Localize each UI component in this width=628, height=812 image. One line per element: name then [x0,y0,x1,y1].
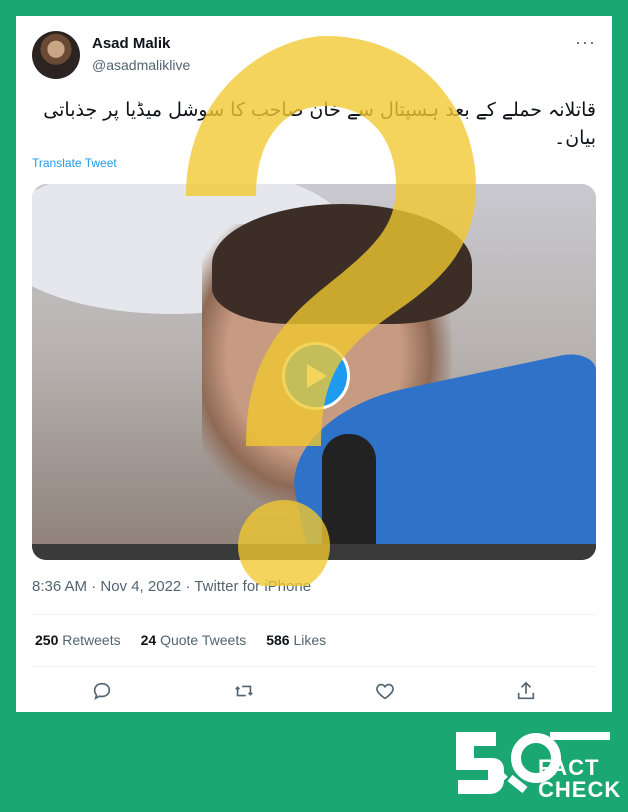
translate-tweet-link[interactable]: Translate Tweet [32,156,117,170]
video-bottom-bar [32,544,596,560]
quote-tweets-stat[interactable]: 24 Quote Tweets [141,632,247,648]
divider [32,614,596,615]
quote-tweets-count: 24 [140,632,157,648]
avatar[interactable] [32,31,80,79]
likes-count: 586 [266,632,290,648]
engagement-stats: 250 Retweets 24 Quote Tweets 586 Likes [35,632,326,648]
author-handle[interactable]: @asadmaliklive [92,57,190,73]
retweets-count: 250 [35,632,59,648]
quote-tweets-label: Quote Tweets [160,632,247,648]
retweets-label: Retweets [62,632,121,648]
share-icon[interactable] [515,680,537,702]
play-icon [307,364,327,388]
divider [32,666,596,667]
play-button[interactable] [282,342,350,410]
like-icon[interactable] [374,680,396,702]
video-player[interactable] [32,184,596,560]
likes-label: Likes [293,632,327,648]
likes-stat[interactable]: 586 Likes [266,632,326,648]
microphone-image [322,434,376,560]
tweet-actions [32,676,596,706]
more-options-icon[interactable]: ··· [575,32,596,53]
reply-icon[interactable] [91,680,113,702]
tweet-text: قاتلانہ حملے کے بعد ہسپتال سے خان صاحب ک… [43,99,596,149]
author-name[interactable]: Asad Malik [92,35,170,52]
video-thumbnail-hair [212,204,472,324]
retweet-icon[interactable] [232,680,256,702]
brand-check-text: CHECK [538,777,622,802]
retweets-stat[interactable]: 250 Retweets [35,632,121,648]
tweet-card: Asad Malik @asadmaliklive ··· قاتلانہ حم… [16,16,612,712]
tweet-timestamp[interactable]: 8:36 AM · Nov 4, 2022 · Twitter for iPho… [32,578,311,595]
